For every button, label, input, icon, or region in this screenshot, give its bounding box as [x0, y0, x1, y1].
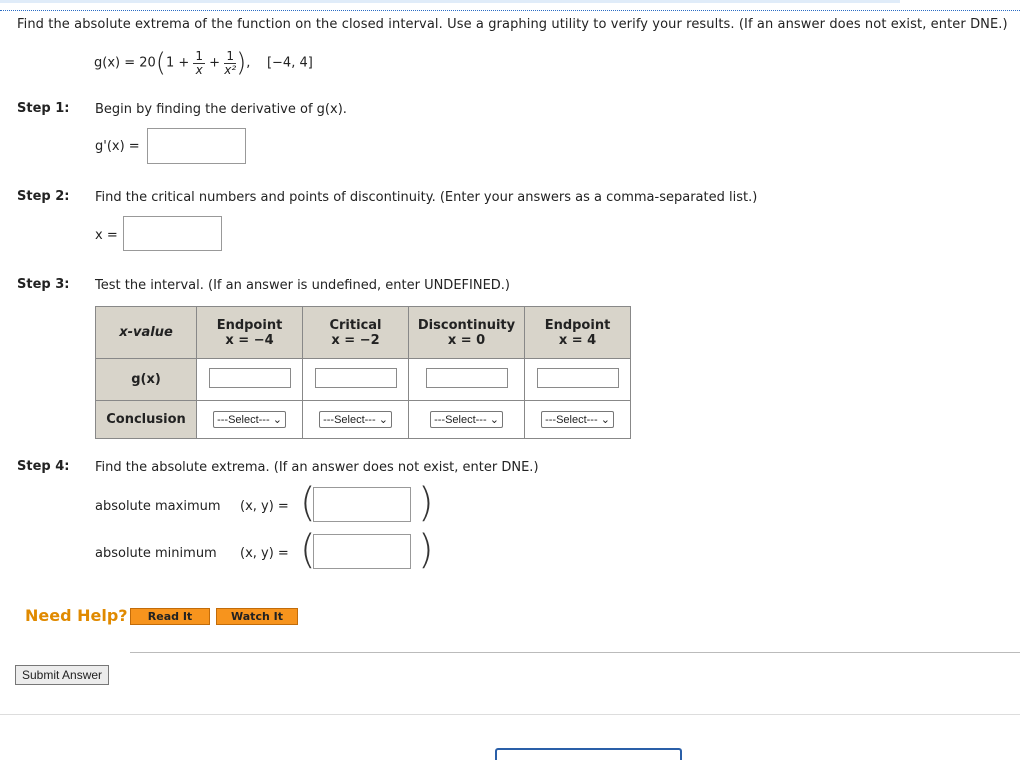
- conclusion-cell-4: ---Select--- ⌄: [524, 400, 631, 439]
- need-help-label: Need Help?: [25, 606, 128, 625]
- gx-cell-4: [524, 358, 631, 401]
- col-endpoint-left: Endpoint x = −4: [196, 306, 303, 359]
- function-expression: g(x) = 20(1 + 1x + 1 x²), [−4, 4]: [94, 48, 313, 78]
- plus-sign: +: [209, 55, 221, 71]
- question-text: Find the absolute extrema of the functio…: [17, 17, 1008, 32]
- abs-min-xy-label: (x, y) =: [240, 546, 289, 561]
- gx-cell-2: [302, 358, 409, 401]
- col-endpoint-right: Endpoint x = 4: [524, 306, 631, 359]
- derivative-label: g'(x) =: [95, 139, 140, 154]
- read-it-button[interactable]: Read It: [130, 608, 210, 625]
- chevron-down-icon: ⌄: [272, 414, 282, 426]
- test-interval-table: x-value Endpoint x = −4 Critical x = −2 Di…: [95, 306, 631, 439]
- xvalue-header: x-value: [95, 306, 197, 359]
- min-close-paren: ): [418, 527, 434, 573]
- gx-cell-1: [196, 358, 303, 401]
- gx-input-2[interactable]: [314, 367, 397, 388]
- fraction-2: 1 x²: [224, 48, 237, 77]
- footer-button[interactable]: [495, 748, 682, 760]
- watch-it-button[interactable]: Watch It: [216, 608, 298, 625]
- chevron-down-icon: ⌄: [378, 414, 388, 426]
- gx-input-4[interactable]: [536, 367, 619, 388]
- open-paren: (: [155, 48, 166, 78]
- conclusion-row-header: Conclusion: [95, 400, 197, 439]
- conclusion-cell-2: ---Select--- ⌄: [302, 400, 409, 439]
- one-plus: 1 +: [165, 55, 190, 71]
- abs-min-label: absolute minimum: [95, 546, 217, 561]
- gx-cell-3: [408, 358, 525, 401]
- abs-max-input[interactable]: [313, 487, 411, 522]
- submit-answer-button[interactable]: Submit Answer: [15, 665, 110, 685]
- conclusion-select-3[interactable]: ---Select--- ⌄: [430, 411, 503, 428]
- col-critical: Critical x = −2: [302, 306, 409, 359]
- abs-max-xy-label: (x, y) =: [240, 499, 289, 514]
- step4-label: Step 4:: [17, 459, 70, 474]
- bottom-divider: [0, 714, 1020, 715]
- chevron-down-icon: ⌄: [489, 414, 499, 426]
- abs-max-label: absolute maximum: [95, 499, 221, 514]
- close-paren: ): [236, 48, 247, 78]
- step4-text: Find the absolute extrema. (If an answer…: [95, 460, 539, 475]
- step2-label: Step 2:: [17, 189, 70, 204]
- critical-numbers-input[interactable]: [123, 216, 222, 251]
- fraction-1: 1x: [193, 48, 206, 77]
- answer-divider: [130, 652, 1020, 653]
- conclusion-cell-3: ---Select--- ⌄: [408, 400, 525, 439]
- top-accent-bar: [0, 0, 900, 3]
- step1-label: Step 1:: [17, 101, 70, 116]
- function-lhs: g(x) = 20: [94, 55, 156, 71]
- step3-text: Test the interval. (If an answer is unde…: [95, 278, 510, 293]
- conclusion-select-4[interactable]: ---Select--- ⌄: [541, 411, 614, 428]
- critical-x-label: x =: [95, 228, 118, 243]
- chevron-down-icon: ⌄: [600, 414, 610, 426]
- gx-input-3[interactable]: [425, 367, 508, 388]
- conclusion-select-2[interactable]: ---Select--- ⌄: [319, 411, 392, 428]
- dotted-divider: [0, 10, 1020, 11]
- step3-label: Step 3:: [17, 277, 70, 292]
- abs-min-input[interactable]: [313, 534, 411, 569]
- interval: [−4, 4]: [266, 55, 313, 71]
- gx-row-header: g(x): [95, 358, 197, 401]
- max-close-paren: ): [418, 480, 434, 526]
- step2-text: Find the critical numbers and points of …: [95, 190, 758, 205]
- step1-text: Begin by finding the derivative of g(x).: [95, 102, 347, 117]
- derivative-input[interactable]: [147, 128, 246, 164]
- conclusion-cell-1: ---Select--- ⌄: [196, 400, 303, 439]
- gx-input-1[interactable]: [208, 367, 291, 388]
- col-discontinuity: Discontinuity x = 0: [408, 306, 525, 359]
- conclusion-select-1[interactable]: ---Select--- ⌄: [213, 411, 286, 428]
